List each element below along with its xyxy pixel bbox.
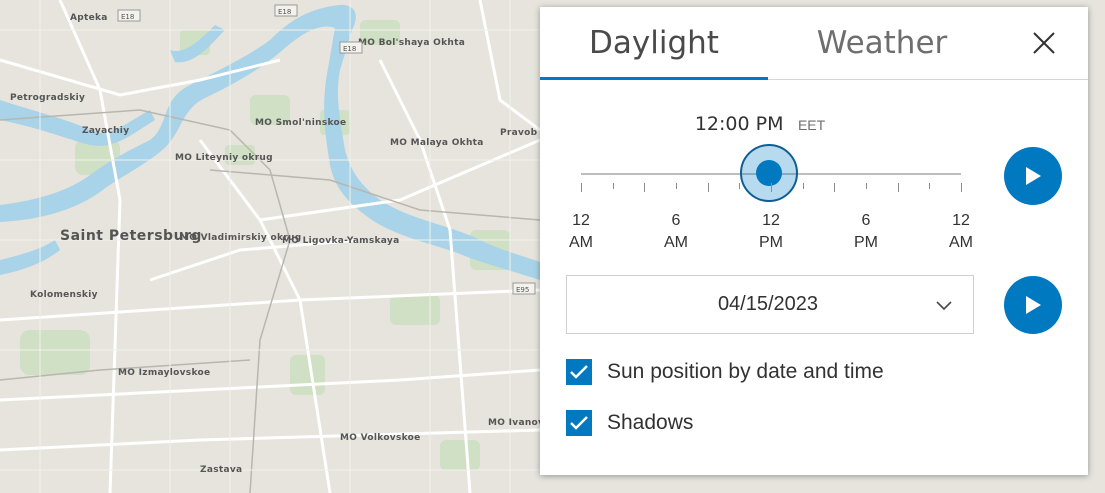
slider-tick: [644, 183, 646, 192]
map-label: MO Liteyniy okrug: [175, 153, 273, 163]
road-shield-label: E18: [278, 8, 291, 16]
slider-tick-label: 12 AM: [941, 210, 981, 254]
tick-label-period: AM: [949, 234, 973, 251]
slider-tick: [612, 183, 614, 189]
date-picker[interactable]: 04/15/2023: [566, 275, 974, 334]
map-label: MO Bol'shaya Okhta: [358, 38, 465, 48]
daylight-panel: Daylight Weather 12:00 PM EET 12 AM 6 AM 12 P…: [540, 7, 1088, 475]
tick-label-period: AM: [569, 234, 593, 251]
slider-tick: [866, 183, 867, 189]
checkmark-icon: [570, 416, 588, 430]
tab-daylight-label: Daylight: [589, 25, 719, 61]
tick-label-number: 6: [671, 212, 681, 229]
panel-tabs: Daylight Weather: [540, 7, 1088, 80]
slider-tick: [739, 183, 741, 189]
map-label: MO Ligovka-Yamskaya: [282, 236, 399, 246]
shadows-label: Shadows: [607, 411, 694, 434]
timezone-label: EET: [797, 117, 826, 133]
tick-label-number: 6: [861, 212, 871, 229]
time-value: 12:00 PM: [694, 113, 784, 135]
slider-tick: [771, 183, 772, 192]
shadows-checkbox[interactable]: [566, 410, 592, 436]
slider-tick: [961, 183, 962, 192]
tick-label-period: PM: [759, 234, 783, 251]
tick-label-period: AM: [664, 234, 688, 251]
tick-label-period: PM: [854, 234, 878, 251]
sun-position-label: Sun position by date and time: [607, 360, 884, 383]
tab-weather-label: Weather: [816, 25, 948, 61]
slider-thumb[interactable]: [740, 144, 798, 202]
map-label: Zastava: [200, 465, 242, 475]
slider-tick: [929, 183, 931, 189]
close-icon: [1033, 32, 1055, 54]
map-label: Zayachiy: [82, 126, 129, 136]
checkmark-icon: [570, 365, 588, 379]
road-shield-label: E95: [516, 286, 529, 294]
tick-label-number: 12: [762, 212, 780, 229]
map-label: MO Volkovskoe: [340, 433, 421, 443]
slider-tick: [581, 183, 582, 192]
slider-thumb-dot: [756, 160, 782, 186]
slider-tick-label: 6 PM: [846, 210, 886, 254]
map-label: Kolomenskiy: [30, 290, 98, 300]
tick-label-number: 12: [952, 212, 970, 229]
slider-tick: [897, 183, 899, 192]
tick-label-number: 12: [572, 212, 590, 229]
sun-position-checkbox[interactable]: [566, 359, 592, 385]
play-time-button[interactable]: [1004, 147, 1062, 205]
road-shield-label: E18: [121, 13, 134, 21]
sun-position-option[interactable]: Sun position by date and time: [566, 359, 884, 385]
slider-tick-label: 12 AM: [561, 210, 601, 254]
date-value: 04/15/2023: [717, 293, 819, 315]
play-icon: [1026, 296, 1041, 314]
slider-tick-label: 6 AM: [656, 210, 696, 254]
slider-tick: [834, 183, 836, 192]
slider-tick-label: 12 PM: [751, 210, 791, 254]
close-button[interactable]: [1030, 29, 1058, 57]
time-slider[interactable]: [581, 144, 962, 202]
road-shield-label: E18: [343, 45, 356, 53]
map-label: Petrogradskiy: [10, 93, 85, 103]
map-label: MO Smol'ninskoe: [255, 118, 346, 128]
slider-tick-labels: 12 AM 6 AM 12 PM 6 PM 12 AM: [540, 210, 980, 260]
tab-weather[interactable]: Weather: [768, 7, 996, 79]
map-label: Apteka: [70, 13, 108, 23]
map-label: Pravob: [500, 128, 538, 138]
time-readout: 12:00 PM EET: [540, 113, 980, 135]
slider-tick: [802, 183, 804, 189]
slider-tick: [676, 183, 677, 189]
play-date-button[interactable]: [1004, 276, 1062, 334]
map-label: MO Malaya Okhta: [390, 138, 484, 148]
tab-daylight[interactable]: Daylight: [540, 7, 768, 80]
shadows-option[interactable]: Shadows: [566, 410, 693, 436]
chevron-down-icon: [936, 301, 952, 311]
map-label: MO Izmaylovskoe: [118, 368, 210, 378]
slider-tick: [707, 183, 709, 192]
play-icon: [1026, 167, 1041, 185]
